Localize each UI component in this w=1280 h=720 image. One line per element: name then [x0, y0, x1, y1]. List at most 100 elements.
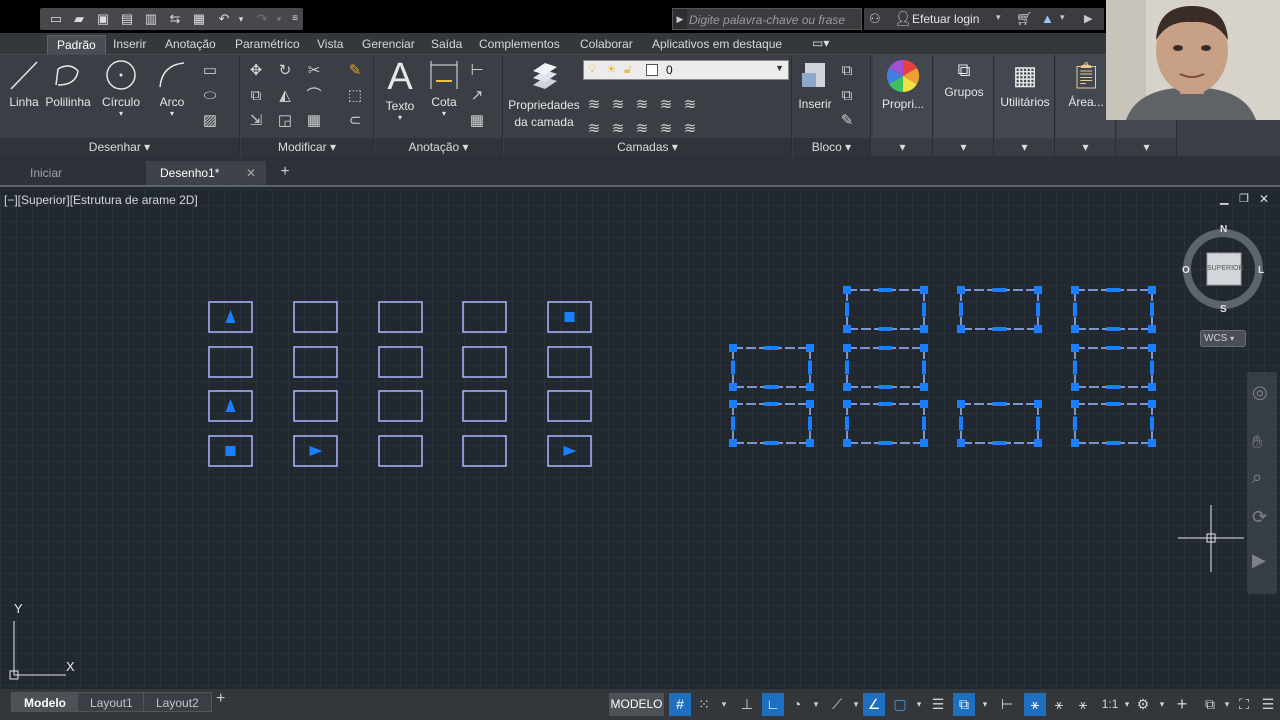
properties-expand-icon[interactable]: ▾ — [873, 138, 932, 156]
selected-rectangle[interactable] — [846, 347, 925, 388]
mirror-icon[interactable]: ◭ — [275, 86, 295, 106]
block-attribute-icon[interactable]: ✎ — [837, 111, 857, 131]
viewcube-west[interactable]: O — [1182, 265, 1190, 276]
grid-rectangle[interactable] — [378, 390, 423, 422]
tab-padrao[interactable]: Padrão — [47, 35, 106, 54]
leader-icon[interactable]: ↗ — [467, 86, 487, 106]
grid-rectangle[interactable] — [547, 390, 592, 422]
ellipse-icon[interactable]: ⬭ — [200, 86, 220, 106]
showmotion-icon[interactable]: ▶ — [1252, 550, 1266, 571]
print-icon[interactable]: ▦ — [191, 11, 207, 27]
share-icon[interactable]: ⇆ — [167, 11, 183, 27]
trim-icon[interactable]: ✂ — [304, 61, 324, 81]
insert-button[interactable]: Inserir — [795, 59, 835, 111]
layer-tool-6-icon[interactable]: ≋ — [584, 119, 604, 139]
clipboard-expand-icon[interactable]: ▾ — [1056, 138, 1115, 156]
grid-rectangle[interactable] — [293, 301, 338, 333]
corner-grip[interactable] — [729, 400, 737, 408]
grip-arrow[interactable] — [563, 446, 577, 456]
layer-on-icon[interactable]: 💡︎ — [588, 62, 596, 77]
viewcube-face-label[interactable]: SUPERIOR — [1207, 265, 1244, 272]
grid-rectangle[interactable] — [293, 390, 338, 422]
tab-iniciar[interactable]: Iniciar — [16, 161, 144, 185]
groups-button[interactable]: ⧉ Grupos — [938, 59, 990, 99]
midpoint-grip[interactable] — [992, 288, 1007, 292]
export-icon[interactable]: ▥ — [143, 11, 159, 27]
corner-grip[interactable] — [920, 439, 928, 447]
midpoint-grip[interactable] — [845, 416, 849, 431]
snap-dropdown-icon[interactable]: ▾ — [713, 693, 735, 716]
corner-grip[interactable] — [729, 439, 737, 447]
extra-expand-icon[interactable]: ▾ — [1117, 138, 1176, 156]
midpoint-grip[interactable] — [878, 327, 893, 331]
add-layout-icon[interactable]: + — [216, 690, 225, 708]
panel-label-modificar[interactable]: Modificar ▾ — [241, 138, 373, 156]
midpoint-grip[interactable] — [1106, 327, 1121, 331]
grip-square[interactable] — [225, 446, 236, 456]
annotation-visibility-icon[interactable]: ⚹ — [1024, 693, 1046, 716]
midpoint-grip[interactable] — [1036, 302, 1040, 317]
layer-tool-5-icon[interactable]: ≋ — [680, 95, 700, 115]
corner-grip[interactable] — [1148, 383, 1156, 391]
midpoint-grip[interactable] — [1106, 385, 1121, 389]
wcs-menu[interactable]: WCS ▾ — [1200, 330, 1246, 347]
tab-vista[interactable]: Vista — [308, 35, 352, 54]
corner-grip[interactable] — [729, 383, 737, 391]
corner-grip[interactable] — [843, 286, 851, 294]
midpoint-grip[interactable] — [1150, 302, 1154, 317]
expand-arrow-icon[interactable]: ▶ — [673, 9, 687, 29]
grid-rectangle[interactable] — [462, 301, 507, 333]
midpoint-grip[interactable] — [1106, 402, 1121, 406]
midpoint-grip[interactable] — [808, 416, 812, 431]
corner-grip[interactable] — [843, 439, 851, 447]
midpoint-grip[interactable] — [878, 385, 893, 389]
hatch-icon[interactable]: ▨ — [200, 111, 220, 131]
selected-rectangle[interactable] — [1074, 347, 1153, 388]
utilities-expand-icon[interactable]: ▾ — [995, 138, 1054, 156]
midpoint-grip[interactable] — [959, 416, 963, 431]
grid-rectangle[interactable] — [293, 346, 338, 378]
midpoint-grip[interactable] — [764, 402, 779, 406]
grid-rectangle[interactable] — [547, 346, 592, 378]
linear-dim-icon[interactable]: ⊢ — [467, 61, 487, 81]
selected-rectangle[interactable] — [960, 403, 1039, 444]
layer-tool-3-icon[interactable]: ≋ — [632, 95, 652, 115]
layer-properties-button[interactable]: Propriedades da camada — [506, 59, 582, 131]
viewcube-south[interactable]: S — [1220, 304, 1227, 315]
tab-colaborar[interactable]: Colaborar — [571, 35, 642, 54]
annotation-scale-icon[interactable]: ⚹ — [1072, 693, 1094, 716]
tab-inserir[interactable]: Inserir — [104, 35, 155, 54]
grid-icon[interactable]: # — [669, 693, 691, 716]
grid-rectangle[interactable] — [462, 435, 507, 467]
selected-rectangle[interactable] — [1074, 403, 1153, 444]
grid-rectangle[interactable] — [208, 346, 253, 378]
layer-freeze-icon[interactable]: ☀ — [606, 62, 617, 76]
auto-scale-icon[interactable]: ⚹ — [1048, 693, 1070, 716]
midpoint-grip[interactable] — [878, 402, 893, 406]
arc-button[interactable]: Arco ▾ — [152, 59, 192, 118]
erase-icon[interactable]: ✎ — [345, 61, 365, 81]
table-icon[interactable]: ▦ — [467, 111, 487, 131]
grip-triangle[interactable] — [225, 310, 236, 323]
offset-icon[interactable]: ⊂ — [345, 111, 365, 131]
fillet-icon[interactable]: ⌒ — [304, 86, 324, 106]
corner-grip[interactable] — [1148, 286, 1156, 294]
dimension-dropdown-icon[interactable]: ▾ — [425, 109, 463, 118]
polyline-button[interactable]: Polilinha — [44, 59, 92, 109]
panel-label-bloco[interactable]: Bloco ▾ — [793, 138, 870, 156]
binoculars-icon[interactable]: ⚇ — [869, 11, 881, 27]
grip-arrow[interactable] — [309, 446, 323, 456]
selection-dropdown-icon[interactable]: ▾ — [974, 693, 996, 716]
ortho-icon[interactable]: ∟ — [762, 693, 784, 716]
layer-tool-9-icon[interactable]: ≋ — [656, 119, 676, 139]
grid-rectangle[interactable] — [462, 390, 507, 422]
autodesk-a360-icon[interactable]: ▲ — [1041, 11, 1054, 26]
undo-icon[interactable]: ↶ — [216, 11, 232, 27]
midpoint-grip[interactable] — [959, 302, 963, 317]
corner-grip[interactable] — [1034, 439, 1042, 447]
utilities-button[interactable]: ▦ Utilitários — [995, 59, 1055, 109]
customization-icon[interactable]: ☰ — [1257, 693, 1279, 716]
corner-grip[interactable] — [920, 286, 928, 294]
corner-grip[interactable] — [1071, 325, 1079, 333]
snap-icon[interactable]: ⁙ — [693, 693, 715, 716]
